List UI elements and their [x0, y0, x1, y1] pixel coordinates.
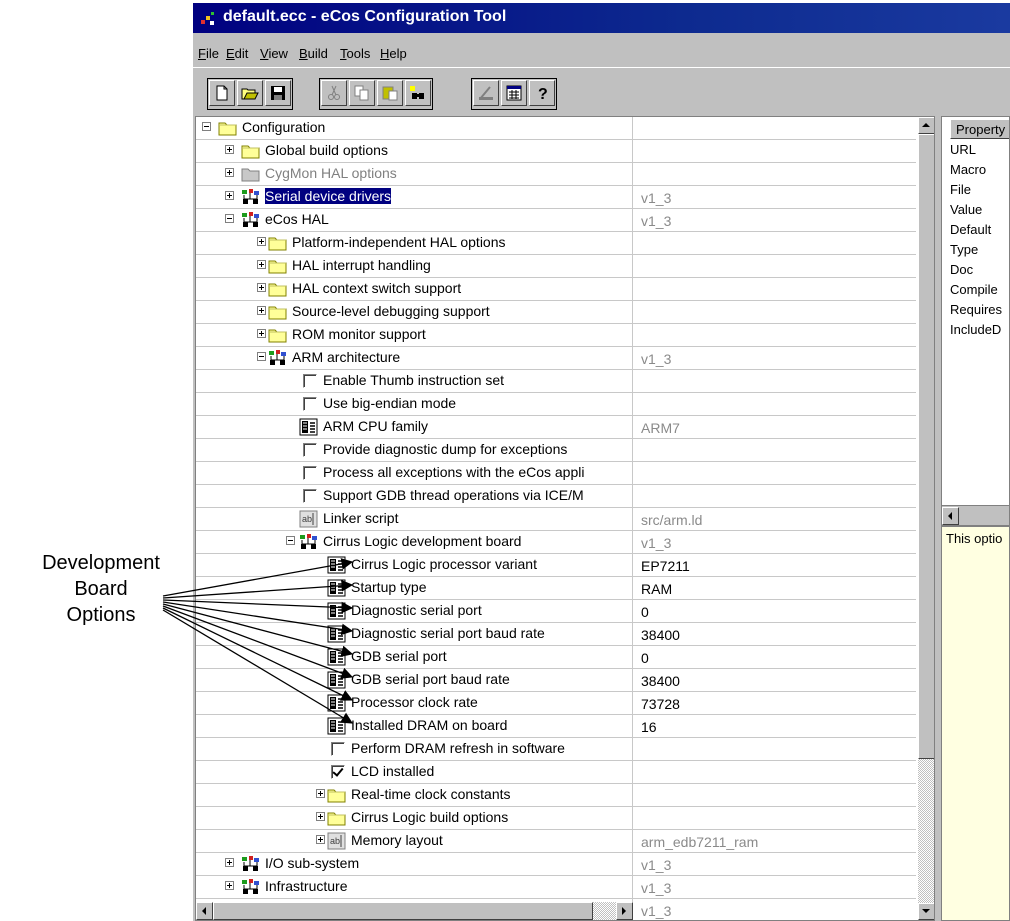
annotation-line-1: Development	[42, 552, 160, 574]
annotation-arrows	[162, 558, 354, 724]
annotation-arrow	[162, 607, 354, 701]
annotation-line-2: Board	[74, 578, 128, 600]
annotation-label: Development Board Options	[36, 550, 166, 628]
annotation-arrow	[162, 603, 354, 657]
annotation-line-3: Options	[66, 604, 136, 626]
